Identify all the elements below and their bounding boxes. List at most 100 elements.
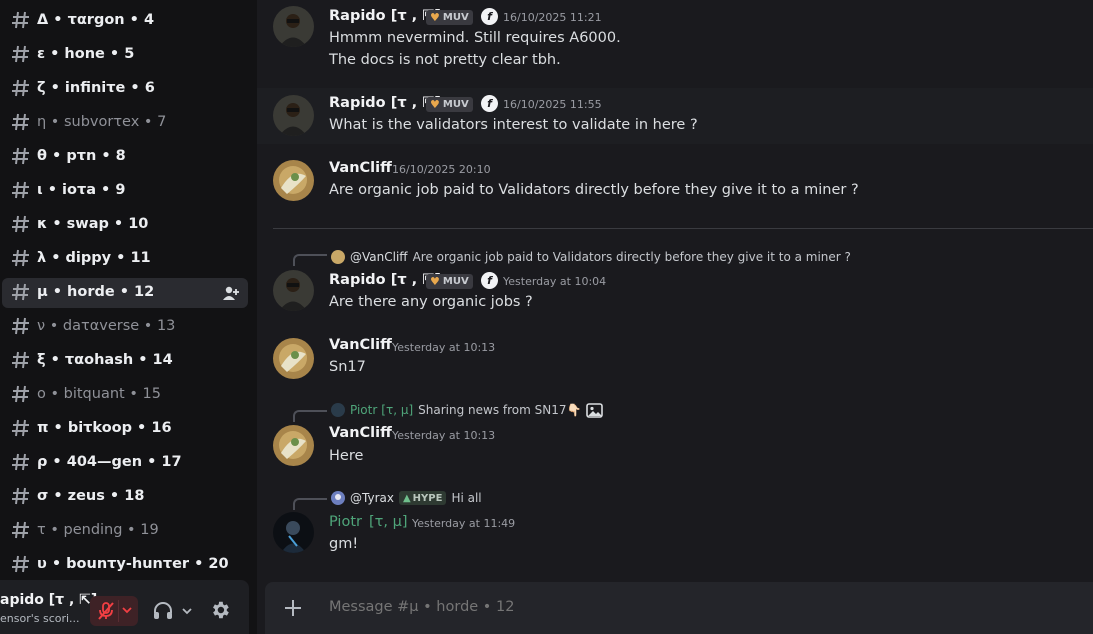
hashtag-icon [12, 249, 29, 267]
channel-name: Δ • ταrgon • 4 [37, 12, 155, 28]
button-divider [118, 600, 119, 622]
channel-name: ζ • infiniτe • 6 [37, 80, 155, 96]
message-author[interactable]: VanCliff [329, 425, 392, 441]
avatar[interactable] [273, 270, 314, 311]
reply-author: @VanCliff [350, 250, 408, 264]
new-messages-divider [273, 228, 1093, 229]
hashtag-icon [12, 45, 29, 63]
reply-connector [293, 498, 327, 510]
user-name[interactable]: apido [τ , ⇱] [0, 592, 97, 608]
timestamp: Yesterday at 10:13 [392, 341, 496, 354]
reply-avatar [331, 491, 345, 505]
avatar[interactable] [273, 95, 314, 136]
channel-name: ο • bitquant • 15 [37, 386, 161, 402]
channel-item[interactable]: κ • swap • 10 [2, 210, 248, 240]
channel-name: ι • ioτa • 9 [37, 182, 126, 198]
reply-text: Are organic job paid to Validators direc… [412, 250, 851, 264]
message[interactable]: @Tyrax ▲ HYPE Hi all Piotr [τ, μ] Yesterd… [257, 486, 1093, 562]
channel-item[interactable]: η • subvorτex • 7 [2, 108, 248, 138]
channel-item[interactable]: ι • ioτa • 9 [2, 176, 248, 206]
channel-name: κ • swap • 10 [37, 216, 149, 232]
guild-tag-badge: ♥ MUV [426, 10, 473, 25]
message[interactable]: @VanCliff Are organic job paid to Valida… [257, 244, 1093, 316]
channel-item[interactable]: υ • bounτy-hunτer • 20 [2, 550, 248, 580]
role-icon: f [481, 272, 498, 289]
channel-item[interactable]: ζ • infiniτe • 6 [2, 74, 248, 104]
reply-connector [293, 254, 327, 266]
chat-area: Rapido [τ , ⇱] ♥ MUV f 16/10/2025 11:21 H… [257, 0, 1093, 634]
reply-preview[interactable]: Piotr [τ, μ] Sharing news from SN17👇🏻 [331, 402, 604, 418]
message-composer [265, 582, 1093, 634]
channel-item[interactable]: Δ • ταrgon • 4 [2, 6, 248, 36]
message[interactable]: Rapido [τ , ⇱] ♥ MUV f 16/10/2025 11:21 H… [257, 0, 1093, 80]
channel-item[interactable]: ο • bitquant • 15 [2, 380, 248, 410]
mic-muted-icon [98, 602, 114, 620]
channel-name: λ • dippy • 11 [37, 250, 151, 266]
timestamp: Yesterday at 10:04 [503, 275, 607, 288]
message-line: The docs is not pretty clear tbh. [329, 52, 561, 68]
headset-icon[interactable] [152, 600, 174, 622]
message-author[interactable]: Rapido [τ , ⇱] [329, 272, 441, 288]
message[interactable]: Rapido [τ , ⇱] ♥ MUV f 16/10/2025 11:55 W… [257, 88, 1093, 144]
message[interactable]: Piotr [τ, μ] Sharing news from SN17👇🏻 Va… [257, 398, 1093, 474]
message-line: Here [329, 448, 364, 464]
reply-avatar [331, 250, 345, 264]
channel-name: σ • zeus • 18 [37, 488, 145, 504]
message-author[interactable]: Rapido [τ , ⇱] [329, 95, 441, 111]
avatar[interactable] [273, 338, 314, 379]
reply-author-tag: [τ, μ] [381, 403, 414, 417]
chevron-down-icon[interactable] [122, 606, 132, 614]
reply-text: Sharing news from SN17👇🏻 [418, 403, 582, 417]
message-author[interactable]: VanCliff [329, 160, 392, 176]
avatar[interactable] [273, 160, 314, 201]
gear-icon[interactable] [209, 599, 231, 621]
channel-name: υ • bounτy-hunτer • 20 [37, 556, 229, 572]
message-author[interactable]: Piotr [329, 514, 362, 530]
hashtag-icon [12, 283, 29, 301]
add-user-icon[interactable] [222, 285, 240, 301]
message-author[interactable]: Rapido [τ , ⇱] [329, 8, 441, 24]
timestamp: 16/10/2025 20:10 [392, 163, 491, 176]
channel-item[interactable]: τ • pending • 19 [2, 516, 248, 546]
channel-name: θ • pτn • 8 [37, 148, 126, 164]
reply-preview[interactable]: @VanCliff Are organic job paid to Valida… [331, 249, 851, 265]
channel-item[interactable]: θ • pτn • 8 [2, 142, 248, 172]
message-input[interactable] [329, 599, 1029, 615]
hashtag-icon [12, 385, 29, 403]
user-status: ensor's scori... [0, 612, 80, 625]
message-author[interactable]: VanCliff [329, 337, 392, 353]
hashtag-icon [12, 351, 29, 369]
avatar[interactable] [273, 512, 314, 553]
channel-item[interactable]: ν • daταverse • 13 [2, 312, 248, 342]
hashtag-icon [12, 79, 29, 97]
channel-name: ξ • ταohash • 14 [37, 352, 173, 368]
reply-author: @Tyrax [350, 491, 394, 505]
channel-name: η • subvorτex • 7 [37, 114, 167, 130]
hashtag-icon [12, 521, 29, 539]
message[interactable]: VanCliff Yesterday at 10:13 Sn17 [257, 330, 1093, 386]
avatar[interactable] [273, 425, 314, 466]
channel-item[interactable]: μ • horde • 12 [2, 278, 248, 308]
role-icon: f [481, 8, 498, 25]
reply-preview[interactable]: @Tyrax ▲ HYPE Hi all [331, 490, 482, 506]
avatar[interactable] [273, 6, 314, 47]
channel-item[interactable]: ε • hone • 5 [2, 40, 248, 70]
mute-button[interactable] [90, 596, 138, 626]
channel-item[interactable]: ρ • 404—gen • 17 [2, 448, 248, 478]
message-line: Hmmm nevermind. Still requires A6000. [329, 30, 621, 46]
hashtag-icon [12, 11, 29, 29]
message-line: What is the validators interest to valid… [329, 117, 698, 133]
channel-item[interactable]: λ • dippy • 11 [2, 244, 248, 274]
channel-name: ν • daταverse • 13 [37, 318, 176, 334]
hashtag-icon [12, 181, 29, 199]
channel-item[interactable]: ξ • ταohash • 14 [2, 346, 248, 376]
plus-icon[interactable] [283, 598, 303, 618]
hashtag-icon [12, 487, 29, 505]
reply-avatar [331, 403, 345, 417]
chevron-down-icon[interactable] [182, 607, 192, 615]
channel-item[interactable]: π • biτkoop • 16 [2, 414, 248, 444]
channel-item[interactable]: σ • zeus • 18 [2, 482, 248, 512]
message-line: Sn17 [329, 359, 366, 375]
guild-tag-badge: ♥ MUV [426, 97, 473, 112]
message[interactable]: VanCliff 16/10/2025 20:10 Are organic jo… [257, 152, 1093, 212]
